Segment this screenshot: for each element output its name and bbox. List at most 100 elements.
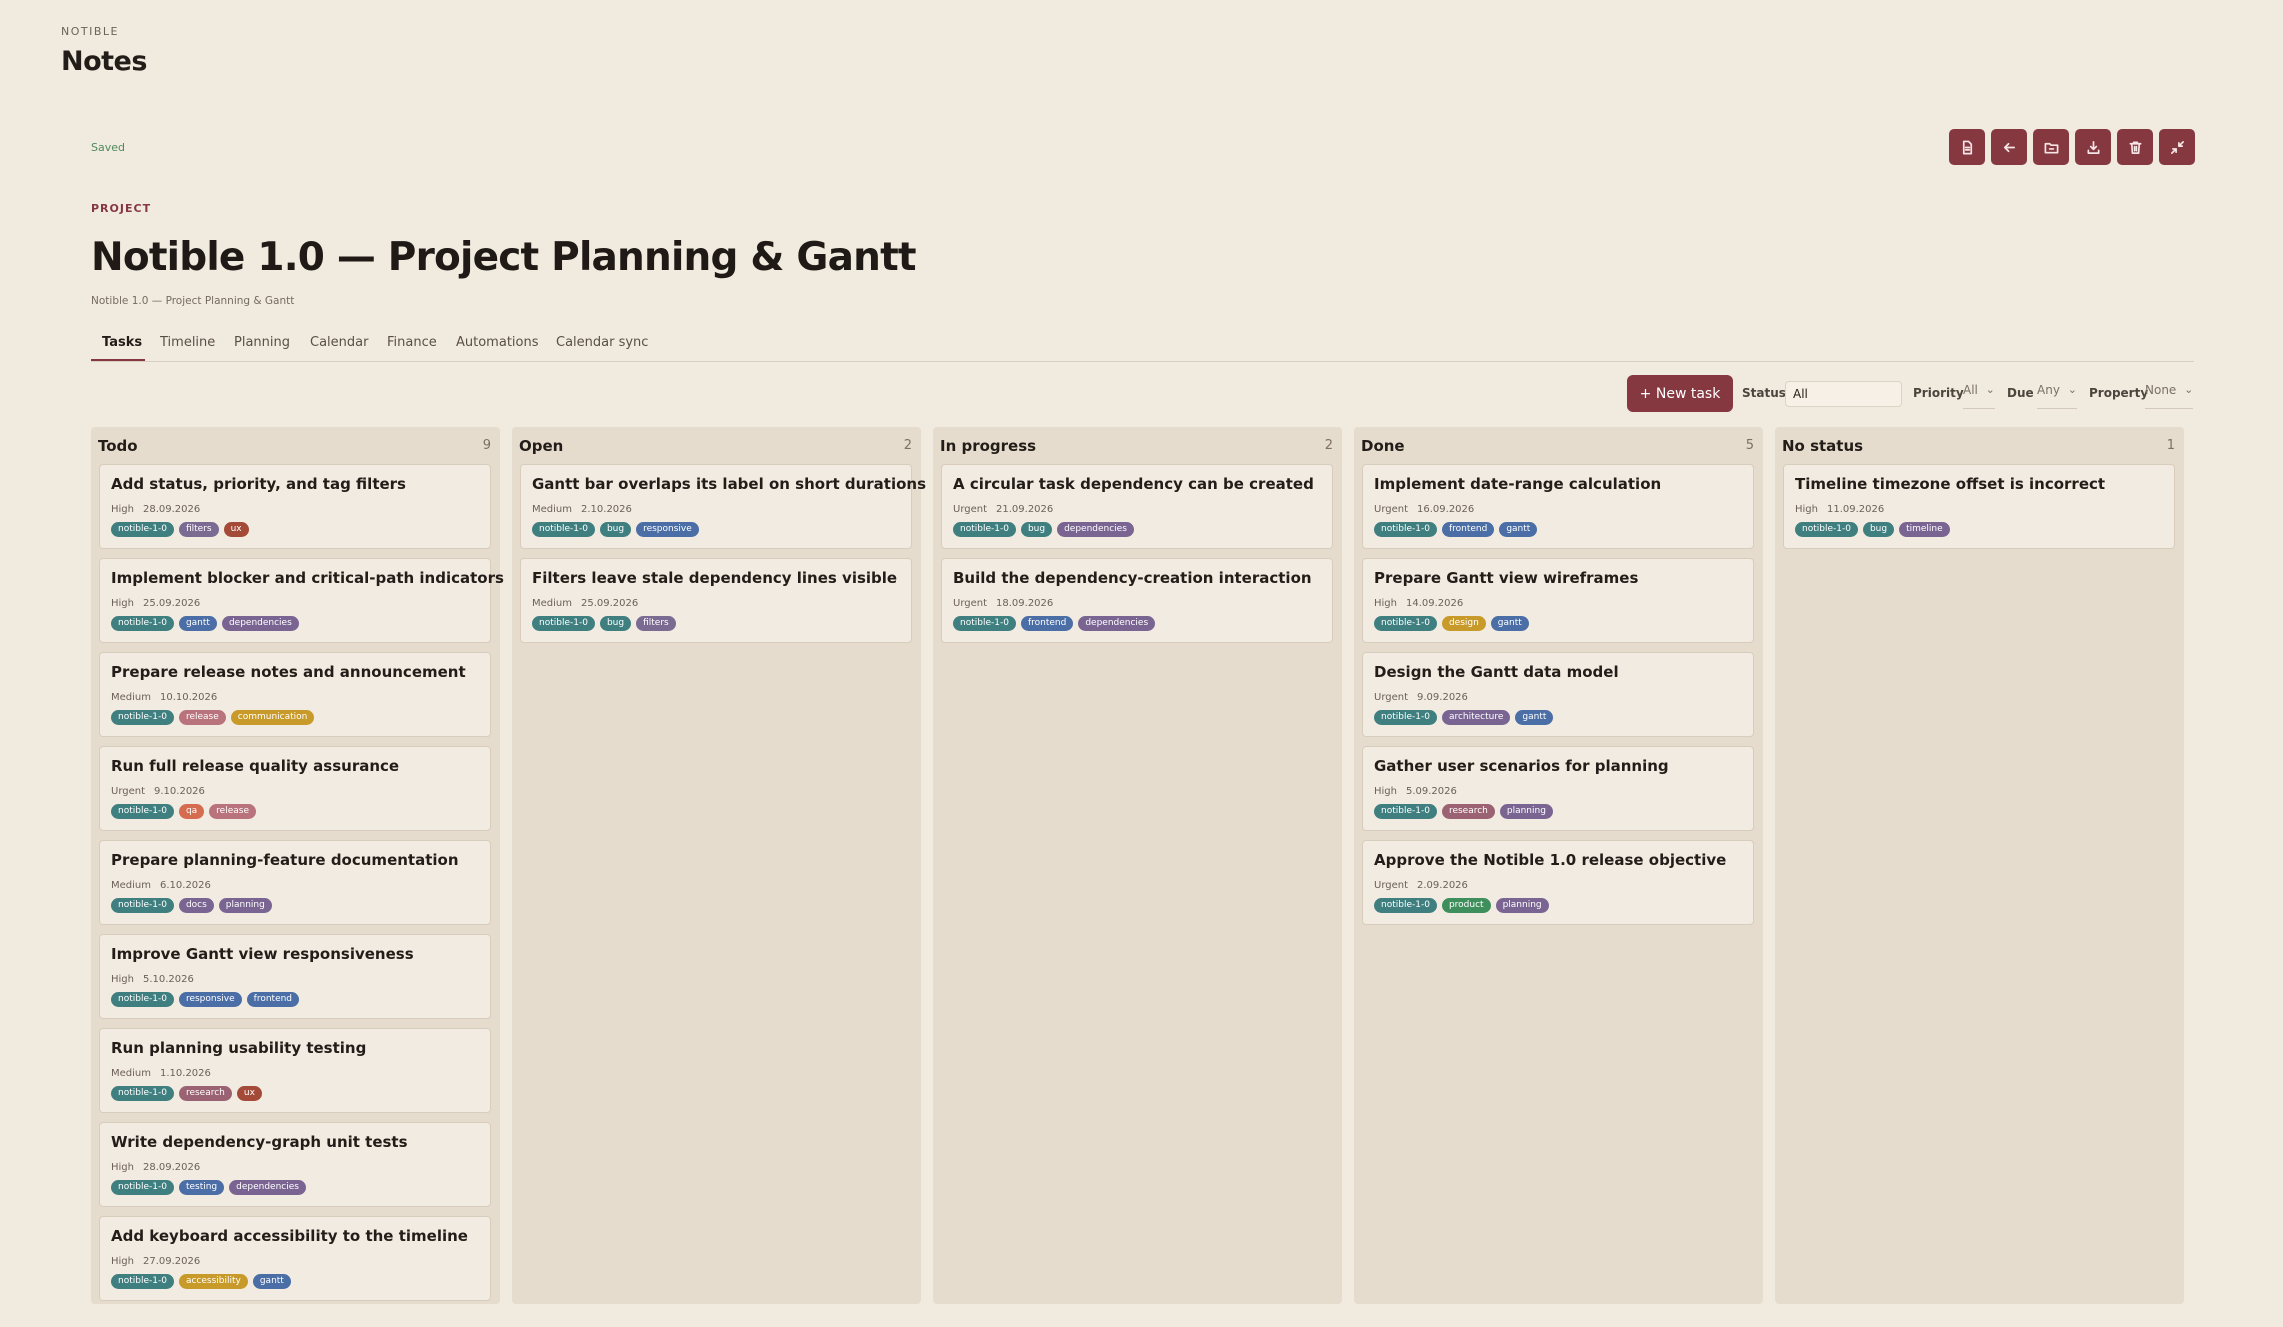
tag-badge[interactable]: notible-1-0: [1795, 522, 1858, 537]
tag-badge[interactable]: responsive: [636, 522, 699, 537]
task-card[interactable]: Write dependency-graph unit tests High 28.…: [99, 1122, 491, 1207]
tag-badge[interactable]: notible-1-0: [953, 616, 1016, 631]
tag-badge[interactable]: notible-1-0: [1374, 522, 1437, 537]
task-card[interactable]: Prepare Gantt view wireframes High 14.09.2…: [1362, 558, 1754, 643]
tag-badge[interactable]: research: [1441, 804, 1495, 819]
task-due-date: 2.09.2026: [1417, 880, 1468, 891]
delete-button[interactable]: [2117, 129, 2153, 165]
tag-badge[interactable]: dependencies: [221, 616, 299, 631]
tag-badge[interactable]: accessibility: [178, 1274, 248, 1289]
task-card[interactable]: Improve Gantt view responsiveness High 5.1…: [99, 934, 491, 1019]
export-button[interactable]: [2075, 129, 2111, 165]
tag-badge[interactable]: notible-1-0: [1374, 616, 1437, 631]
tag-badge[interactable]: planning: [1499, 804, 1553, 819]
task-card[interactable]: Approve the Notible 1.0 release objectiv…: [1362, 840, 1754, 925]
tag-badge[interactable]: notible-1-0: [953, 522, 1016, 537]
task-card[interactable]: Run full release quality assurance Urgent…: [99, 746, 491, 831]
tag-badge[interactable]: product: [1441, 898, 1491, 913]
task-card[interactable]: Design the Gantt data model Urgent 9.09.20…: [1362, 652, 1754, 737]
tab-automations[interactable]: Automations: [456, 335, 539, 350]
tag-badge[interactable]: gantt: [1515, 710, 1554, 725]
tag-badge[interactable]: notible-1-0: [1374, 898, 1437, 913]
tab-calendar-sync[interactable]: Calendar sync: [556, 335, 648, 350]
tag-badge[interactable]: bug: [1862, 522, 1895, 537]
task-card[interactable]: Filters leave stale dependency lines vis…: [520, 558, 912, 643]
due-filter-select[interactable]: Any ⌄: [2037, 383, 2077, 409]
tag-badge[interactable]: gantt: [252, 1274, 291, 1289]
tab-tasks[interactable]: Tasks: [102, 335, 142, 350]
move-to-folder-button[interactable]: [2033, 129, 2069, 165]
tab-calendar[interactable]: Calendar: [310, 335, 368, 350]
tag-badge[interactable]: notible-1-0: [111, 804, 174, 819]
task-card[interactable]: Gather user scenarios for planning High 5.…: [1362, 746, 1754, 831]
tag-badge[interactable]: notible-1-0: [111, 616, 174, 631]
tag-badge[interactable]: bug: [1020, 522, 1053, 537]
tag-badge[interactable]: notible-1-0: [1374, 804, 1437, 819]
tag-badge[interactable]: ux: [223, 522, 249, 537]
page-title[interactable]: Notible 1.0 — Project Planning & Gantt: [91, 235, 917, 280]
tag-badge[interactable]: timeline: [1899, 522, 1950, 537]
tag-badge[interactable]: research: [178, 1086, 232, 1101]
task-card[interactable]: Add keyboard accessibility to the timeli…: [99, 1216, 491, 1301]
task-card[interactable]: Build the dependency-creation interactio…: [941, 558, 1333, 643]
tag-badge[interactable]: dependencies: [1078, 616, 1156, 631]
task-card[interactable]: Implement blocker and critical-path indi…: [99, 558, 504, 643]
tag-badge[interactable]: qa: [178, 804, 205, 819]
tag-badge[interactable]: design: [1441, 616, 1486, 631]
tag-badge[interactable]: architecture: [1441, 710, 1511, 725]
property-filter-select[interactable]: None ⌄: [2145, 383, 2194, 409]
tag-badge[interactable]: planning: [218, 898, 272, 913]
column-count: 2: [903, 438, 912, 453]
tab-finance[interactable]: Finance: [387, 335, 437, 350]
tag-badge[interactable]: responsive: [178, 992, 242, 1007]
tag-badge[interactable]: filters: [636, 616, 676, 631]
tag-badge[interactable]: notible-1-0: [532, 522, 595, 537]
download-icon: [2087, 140, 2099, 154]
tag-badge[interactable]: release: [178, 710, 226, 725]
tag-badge[interactable]: bug: [599, 616, 632, 631]
tag-badge[interactable]: notible-1-0: [111, 522, 174, 537]
status-filter-input[interactable]: All: [1785, 381, 1902, 407]
tab-timeline[interactable]: Timeline: [160, 335, 215, 350]
task-card[interactable]: Run planning usability testing Medium 1.10…: [99, 1028, 491, 1113]
tag-badge[interactable]: gantt: [1490, 616, 1529, 631]
tag-badge[interactable]: gantt: [1499, 522, 1538, 537]
tag-badge[interactable]: notible-1-0: [1374, 710, 1437, 725]
task-card[interactable]: A circular task dependency can be create…: [941, 464, 1333, 549]
document-button[interactable]: [1949, 129, 1985, 165]
tag-badge[interactable]: notible-1-0: [532, 616, 595, 631]
tag-badge[interactable]: docs: [178, 898, 214, 913]
tab-planning[interactable]: Planning: [234, 335, 290, 350]
tag-badge[interactable]: gantt: [178, 616, 217, 631]
tag-badge[interactable]: notible-1-0: [111, 1086, 174, 1101]
tag-badge[interactable]: notible-1-0: [111, 898, 174, 913]
task-card[interactable]: Implement date-range calculation Urgent 16…: [1362, 464, 1754, 549]
back-button[interactable]: [1991, 129, 2027, 165]
tag-badge[interactable]: bug: [599, 522, 632, 537]
task-priority: Urgent: [953, 598, 988, 609]
task-due-date: 16.09.2026: [1417, 504, 1475, 515]
tag-badge[interactable]: frontend: [1020, 616, 1074, 631]
new-task-button[interactable]: + New task: [1627, 375, 1733, 412]
task-card[interactable]: Add status, priority, and tag filters Hig…: [99, 464, 491, 549]
priority-filter-select[interactable]: All ⌄: [1963, 383, 1995, 409]
tag-badge[interactable]: dependencies: [229, 1180, 306, 1195]
tag-badge[interactable]: release: [209, 804, 256, 819]
tag-badge[interactable]: notible-1-0: [111, 1274, 174, 1289]
tag-badge[interactable]: frontend: [1441, 522, 1495, 537]
task-card[interactable]: Gantt bar overlaps its label on short du…: [520, 464, 926, 549]
tag-badge[interactable]: testing: [178, 1180, 225, 1195]
tag-badge[interactable]: notible-1-0: [111, 992, 174, 1007]
collapse-button[interactable]: [2159, 129, 2195, 165]
tag-badge[interactable]: notible-1-0: [111, 1180, 174, 1195]
task-card[interactable]: Prepare planning-feature documentation Me…: [99, 840, 491, 925]
task-card[interactable]: Timeline timezone offset is incorrect Hig…: [1783, 464, 2175, 549]
tag-badge[interactable]: ux: [236, 1086, 262, 1101]
tag-badge[interactable]: frontend: [246, 992, 300, 1007]
tag-badge[interactable]: communication: [230, 710, 315, 725]
tag-badge[interactable]: notible-1-0: [111, 710, 174, 725]
task-card[interactable]: Prepare release notes and announcement Me…: [99, 652, 491, 737]
tag-badge[interactable]: filters: [178, 522, 219, 537]
tag-badge[interactable]: dependencies: [1057, 522, 1134, 537]
tag-badge[interactable]: planning: [1495, 898, 1549, 913]
